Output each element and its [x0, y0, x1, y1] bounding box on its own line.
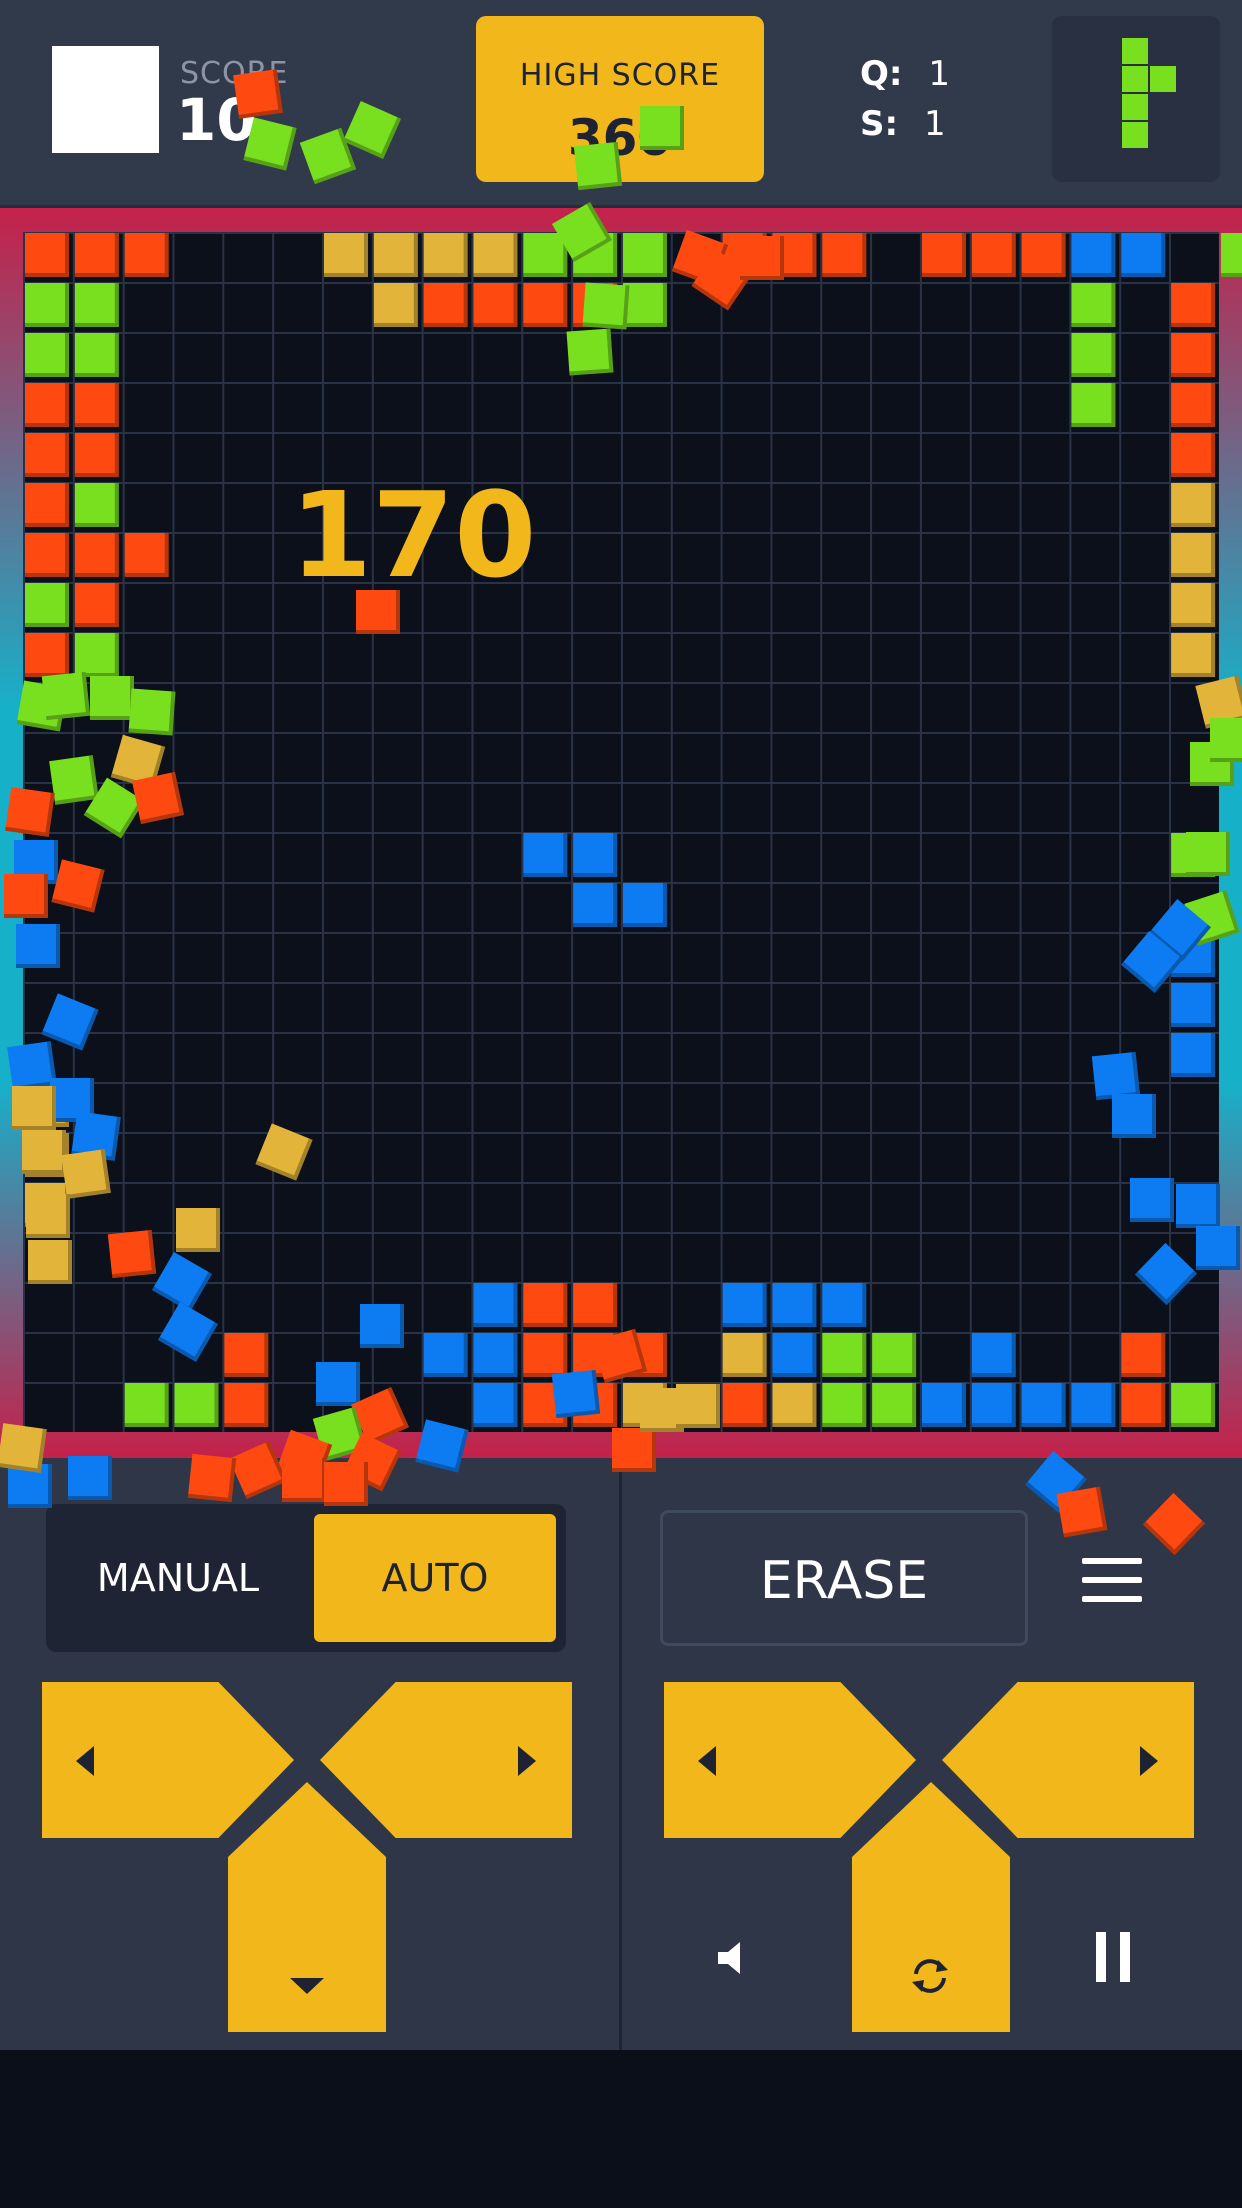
pause-icon[interactable] — [1096, 1932, 1132, 1982]
score-value: 10 — [176, 86, 257, 154]
manual-mode-button[interactable]: MANUAL — [46, 1504, 310, 1652]
next-piece-block — [1122, 94, 1148, 120]
next-piece-block — [1122, 66, 1148, 92]
s-label: S: — [860, 104, 899, 144]
header: SCORE 10 HIGH SCORE 360 Q: 1 S: 1 — [0, 0, 1242, 208]
high-score-label: HIGH SCORE — [519, 58, 721, 93]
game-board — [23, 232, 1219, 1432]
high-score-panel: HIGH SCORE 360 — [476, 16, 764, 182]
erase-button[interactable]: ERASE — [660, 1510, 1028, 1646]
next-piece-block — [1122, 122, 1148, 148]
next-piece-preview — [1052, 16, 1220, 182]
divider — [619, 1458, 622, 2050]
board-frame — [0, 208, 1242, 1458]
q-stat: Q: 1 — [860, 54, 950, 94]
s-value: 1 — [923, 104, 946, 144]
next-piece-block — [1122, 38, 1148, 64]
points-popup: 170 — [290, 466, 537, 604]
left-arrow-icon — [698, 1746, 716, 1776]
left-arrow-icon — [76, 1746, 94, 1776]
down-arrow-icon — [290, 1978, 324, 1994]
bottom-bar — [0, 2050, 1242, 2208]
next-piece-block — [1150, 66, 1176, 92]
right-arrow-icon — [518, 1746, 536, 1776]
q-value: 1 — [928, 54, 950, 94]
mode-toggle[interactable]: MANUAL AUTO — [46, 1504, 566, 1652]
menu-icon[interactable] — [1082, 1558, 1142, 1602]
rotate-icon — [912, 1959, 948, 1993]
right-arrow-icon — [1140, 1746, 1158, 1776]
auto-mode-button[interactable]: AUTO — [314, 1514, 556, 1642]
q-label: Q: — [860, 54, 903, 94]
s-stat: S: 1 — [860, 104, 946, 144]
avatar — [52, 46, 159, 153]
high-score-value: 360 — [567, 109, 673, 167]
sound-icon[interactable] — [716, 1938, 756, 1978]
